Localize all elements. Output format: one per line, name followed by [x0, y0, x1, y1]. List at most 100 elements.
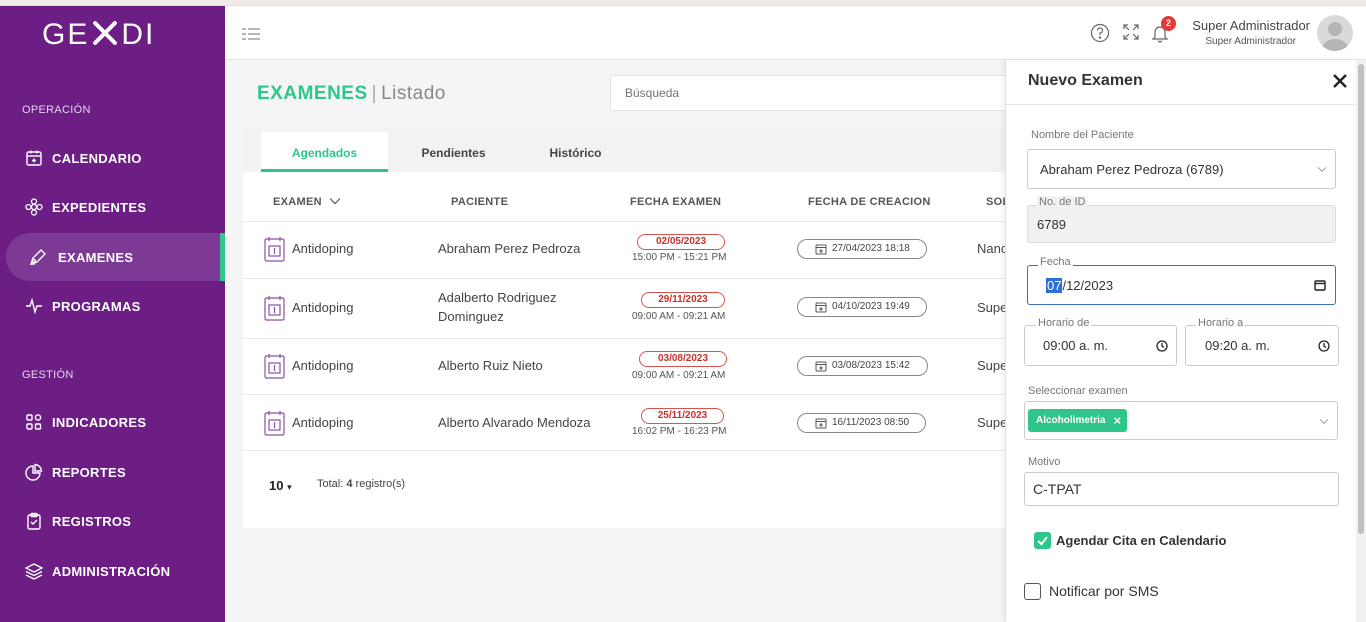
agendar-label[interactable]: Agendar Cita en Calendario: [1056, 533, 1226, 548]
calendar-icon: [815, 418, 827, 429]
fecha-examen-badge: 02/05/2023: [637, 234, 725, 250]
clock-icon[interactable]: [1318, 340, 1330, 352]
sidebar-item-expedientes[interactable]: EXPEDIENTES: [0, 183, 225, 231]
exam-calendar-icon: [264, 353, 285, 379]
horario-text: 09:00 AM - 09:21 AM: [632, 370, 726, 381]
fecha-creacion-badge: 27/04/2023 18:18: [797, 239, 927, 259]
logo-cross-icon: [90, 20, 120, 46]
id-field: 6789: [1027, 205, 1336, 243]
user-name[interactable]: Super Administrador: [1192, 18, 1310, 33]
search-input[interactable]: [610, 75, 1010, 111]
column-header-examen[interactable]: EXAMEN: [273, 196, 341, 208]
app-logo[interactable]: GE DI: [42, 18, 155, 52]
cell-examen: Antidoping: [292, 358, 354, 373]
chevron-down-icon: [1319, 415, 1329, 424]
calendar-icon: [815, 361, 827, 372]
fecha-creacion-badge: 03/08/2023 15:42: [797, 356, 928, 376]
caret-down-icon: ▾: [287, 482, 292, 492]
menu-toggle-icon[interactable]: [242, 27, 260, 40]
cell-solicitante: Nanc: [977, 241, 1008, 256]
cell-paciente-line2: Dominguez: [438, 309, 504, 324]
page-title: EXAMENES | Listado: [257, 83, 446, 104]
pen-tool-icon: [28, 247, 48, 267]
page-size-select[interactable]: 10 ▾: [269, 478, 292, 493]
cell-examen: Antidoping: [292, 415, 354, 430]
sms-label[interactable]: Notificar por SMS: [1049, 583, 1159, 599]
clock-icon[interactable]: [1156, 340, 1168, 352]
panel-divider: [1006, 104, 1356, 105]
cell-solicitante: Supe: [977, 358, 1008, 373]
column-header-fecha-examen: FECHA EXAMEN: [630, 196, 722, 208]
cell-solicitante: Supe: [977, 300, 1008, 315]
fecha-examen-badge: 29/11/2023: [641, 292, 725, 308]
agendar-checkbox[interactable]: [1034, 532, 1051, 549]
motivo-input[interactable]: C-TPAT: [1024, 472, 1339, 506]
cell-paciente: Alberto Alvarado Mendoza: [438, 415, 591, 430]
calendar-icon[interactable]: [1314, 279, 1326, 291]
motivo-label: Motivo: [1026, 456, 1063, 468]
sidebar-item-registros[interactable]: REGISTROS: [0, 497, 225, 545]
exam-calendar-icon: [264, 295, 285, 321]
user-role: Super Administrador: [1205, 36, 1296, 47]
chevron-down-icon: [1317, 163, 1327, 173]
scrollbar-thumb[interactable]: [1358, 64, 1364, 534]
pie-chart-icon: [24, 462, 44, 482]
horario-de-label: Horario de: [1036, 317, 1092, 329]
panel-scrollbar[interactable]: [1356, 60, 1366, 622]
fecha-label: Fecha: [1038, 256, 1073, 268]
cell-examen: Antidoping: [292, 300, 354, 315]
paciente-label: Nombre del Paciente: [1029, 129, 1136, 141]
check-icon: [1037, 536, 1048, 546]
horario-de-input[interactable]: 09:00 a. m.: [1024, 325, 1177, 366]
selected-exam-chip: Alcoholimetria ×: [1028, 409, 1128, 432]
sidebar-item-reportes[interactable]: REPORTES: [0, 448, 225, 496]
table-divider: [243, 394, 1013, 395]
section-label-operacion: OPERACIÓN: [22, 104, 91, 116]
calendar-icon: [815, 244, 827, 255]
avatar[interactable]: [1317, 15, 1353, 51]
calendar-icon: [815, 302, 827, 313]
fecha-examen-badge: 25/11/2023: [641, 408, 724, 424]
table-divider: [243, 221, 1013, 222]
sidebar-item-administracion[interactable]: ADMINISTRACIÓN: [0, 547, 225, 595]
tab-pendientes[interactable]: Pendientes: [395, 132, 512, 172]
cell-paciente: Adalberto Rodriguez: [438, 290, 557, 305]
fecha-creacion-badge: 16/11/2023 08:50: [797, 413, 926, 433]
sidebar-item-calendario[interactable]: CALENDARIO: [0, 134, 225, 182]
sms-checkbox[interactable]: [1024, 583, 1041, 600]
table-divider: [243, 338, 1013, 339]
panel-title: Nuevo Examen: [1028, 72, 1143, 89]
remove-chip-icon[interactable]: ×: [1113, 413, 1121, 428]
sort-chevron-icon: [329, 198, 341, 205]
help-icon[interactable]: [1090, 23, 1110, 43]
sidebar-item-programas[interactable]: PROGRAMAS: [0, 282, 225, 330]
horario-text: 16:02 PM - 16:23 PM: [632, 426, 727, 437]
id-label: No. de ID: [1037, 196, 1088, 208]
table-divider: [243, 450, 1013, 451]
clipboard-check-icon: [24, 511, 44, 531]
tab-agendados[interactable]: Agendados: [261, 132, 388, 172]
fecha-input[interactable]: 07/12/2023: [1027, 265, 1336, 305]
flower-icon: [24, 197, 44, 217]
exam-calendar-icon: [264, 410, 285, 436]
sidebar-item-indicadores[interactable]: INDICADORES: [0, 398, 225, 446]
cell-paciente: Alberto Ruiz Nieto: [438, 358, 543, 373]
layers-icon: [24, 561, 44, 581]
examen-select-label: Seleccionar examen: [1026, 385, 1130, 397]
column-header-fecha-creacion: FECHA DE CREACION: [808, 196, 931, 208]
grid-icon: [24, 412, 44, 432]
close-icon[interactable]: [1331, 72, 1349, 90]
section-label-gestion: GESTIÓN: [22, 369, 74, 381]
sidebar-item-examenes[interactable]: EXAMENES: [6, 233, 225, 281]
cell-paciente: Abraham Perez Pedroza: [438, 241, 581, 256]
paciente-select[interactable]: Abraham Perez Pedroza (6789): [1027, 149, 1336, 189]
tab-historico[interactable]: Histórico: [518, 132, 633, 172]
fecha-examen-badge: 03/08/2023: [639, 351, 727, 367]
cell-solicitante: Supe: [977, 415, 1008, 430]
horario-a-input[interactable]: 09:20 a. m.: [1185, 325, 1339, 366]
fullscreen-icon[interactable]: [1122, 23, 1142, 43]
notification-badge: 2: [1161, 16, 1176, 31]
top-header: 2 Super Administrador Super Administrado…: [225, 6, 1366, 60]
cell-examen: Antidoping: [292, 241, 354, 256]
activity-icon: [24, 296, 44, 316]
